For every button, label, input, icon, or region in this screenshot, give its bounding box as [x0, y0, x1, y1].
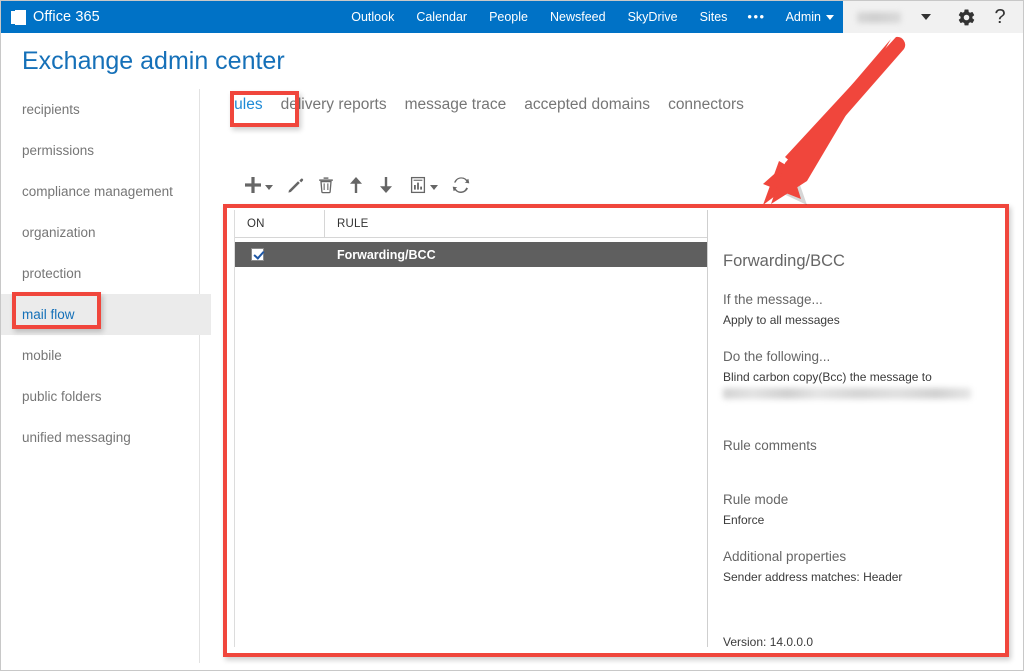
suite-link-people[interactable]: People: [478, 1, 539, 33]
chevron-down-icon: [826, 15, 834, 20]
exchange-admin-center-window: Office 365 Outlook Calendar People Newsf…: [0, 0, 1024, 671]
reports-button[interactable]: [409, 171, 427, 199]
sidebar-item-permissions[interactable]: permissions: [1, 130, 199, 171]
rules-grid: ON RULE Forwarding/BCC: [234, 209, 708, 647]
sidebar-item-label: mobile: [22, 348, 62, 363]
new-rule-dropdown-button[interactable]: [265, 184, 273, 190]
suite-link-outlook[interactable]: Outlook: [340, 1, 405, 33]
details-condition-value: Apply to all messages: [723, 313, 840, 327]
row-on-cell: [235, 248, 325, 261]
user-name-redacted: [857, 11, 901, 23]
suite-link-sites[interactable]: Sites: [689, 1, 739, 33]
arrow-down-icon: [380, 177, 392, 193]
details-mode-header: Rule mode: [723, 492, 789, 507]
sidebar-item-label: compliance management: [22, 184, 173, 199]
sidebar-item-label: public folders: [22, 389, 102, 404]
brand-label: Office 365: [33, 9, 100, 25]
sidebar-item-label: recipients: [22, 102, 80, 117]
sidebar-item-mobile[interactable]: mobile: [1, 335, 199, 376]
move-down-button[interactable]: [377, 171, 395, 199]
office365-brand[interactable]: Office 365: [1, 1, 100, 33]
question-mark-icon: ?: [994, 6, 1006, 28]
sidebar-item-recipients[interactable]: recipients: [1, 89, 199, 130]
details-mode-value: Enforce: [723, 513, 765, 527]
grid-header-row: ON RULE: [235, 209, 707, 238]
tab-bar: rules delivery reports message trace acc…: [229, 96, 744, 114]
gear-icon: [958, 8, 974, 25]
table-row[interactable]: Forwarding/BCC: [235, 242, 707, 267]
move-up-button[interactable]: [347, 171, 365, 199]
sidebar-item-label: organization: [22, 225, 96, 240]
suite-link-admin[interactable]: Admin: [775, 1, 843, 33]
details-version: Version: 14.0.0.0: [723, 635, 814, 649]
column-header-rule[interactable]: RULE: [325, 210, 707, 238]
office365-suite-bar: Office 365 Outlook Calendar People Newsf…: [1, 1, 1023, 33]
rule-details-pane: Forwarding/BCC If the message... Apply t…: [709, 210, 1009, 649]
tab-message-trace[interactable]: message trace: [405, 96, 507, 114]
toolbar: [244, 171, 470, 199]
details-mode-block: Rule mode Enforce: [723, 492, 1009, 527]
details-additional-value: Sender address matches: Header: [723, 570, 903, 584]
tab-rules[interactable]: rules: [229, 96, 263, 114]
admin-active-marker: [824, 33, 838, 39]
office-logo-icon: [11, 9, 26, 25]
tab-delivery-reports[interactable]: delivery reports: [281, 96, 387, 114]
refresh-icon: [452, 177, 470, 193]
sidebar-item-label: mail flow: [22, 307, 75, 322]
sidebar-item-compliance-management[interactable]: compliance management: [1, 171, 199, 212]
user-menu-button[interactable]: [905, 1, 947, 33]
sidebar-item-mail-flow[interactable]: mail flow: [1, 294, 211, 335]
callout-arrow: [763, 36, 906, 205]
row-rule-name: Forwarding/BCC: [337, 247, 436, 262]
suite-link-skydrive[interactable]: SkyDrive: [617, 1, 689, 33]
settings-button[interactable]: [951, 1, 981, 33]
suite-link-more[interactable]: •••: [738, 1, 774, 33]
sidebar: recipients permissions compliance manage…: [1, 89, 211, 670]
details-action-header: Do the following...: [723, 349, 831, 364]
sidebar-item-label: unified messaging: [22, 430, 131, 445]
suite-link-calendar[interactable]: Calendar: [405, 1, 478, 33]
suite-link-newsfeed[interactable]: Newsfeed: [539, 1, 617, 33]
suite-nav: Outlook Calendar People Newsfeed SkyDriv…: [340, 1, 1023, 33]
details-additional-header: Additional properties: [723, 549, 847, 564]
suite-user-area: ?: [843, 1, 1023, 33]
page-title: Exchange admin center: [22, 47, 285, 75]
details-action-block: Do the following... Blind carbon copy(Bc…: [723, 349, 1009, 399]
new-rule-button[interactable]: [244, 171, 262, 199]
suite-link-admin-label: Admin: [785, 10, 821, 24]
sidebar-item-protection[interactable]: protection: [1, 253, 199, 294]
sidebar-item-unified-messaging[interactable]: unified messaging: [1, 417, 199, 458]
delete-rule-button[interactable]: [317, 171, 335, 199]
help-button[interactable]: ?: [985, 1, 1015, 33]
rule-enabled-checkbox[interactable]: [251, 248, 264, 261]
arrow-up-icon: [350, 177, 362, 193]
pencil-icon: [288, 178, 304, 193]
sidebar-item-label: permissions: [22, 143, 95, 158]
bottom-edge: [1, 663, 1023, 670]
details-title: Forwarding/BCC: [723, 252, 845, 270]
sidebar-item-public-folders[interactable]: public folders: [1, 376, 199, 417]
details-action-value: Blind carbon copy(Bcc) the message to: [723, 370, 932, 384]
edit-rule-button[interactable]: [287, 171, 305, 199]
column-header-on[interactable]: ON: [235, 209, 325, 238]
report-chart-icon: [410, 176, 426, 194]
details-comments-block: Rule comments: [723, 438, 1009, 453]
details-condition-header: If the message...: [723, 292, 823, 307]
details-condition-block: If the message... Apply to all messages: [723, 292, 1009, 327]
tab-connectors[interactable]: connectors: [668, 96, 744, 114]
tab-accepted-domains[interactable]: accepted domains: [524, 96, 650, 114]
details-recipient-redacted: [723, 388, 971, 399]
sidebar-item-label: protection: [22, 266, 82, 281]
trash-icon: [319, 177, 333, 194]
plus-icon: [245, 177, 261, 193]
reports-dropdown-button[interactable]: [430, 184, 438, 190]
sidebar-item-organization[interactable]: organization: [1, 212, 199, 253]
chevron-down-icon: [921, 14, 931, 20]
details-additional-block: Additional properties Sender address mat…: [723, 549, 1009, 584]
refresh-button[interactable]: [452, 171, 470, 199]
details-comments-header: Rule comments: [723, 438, 817, 453]
